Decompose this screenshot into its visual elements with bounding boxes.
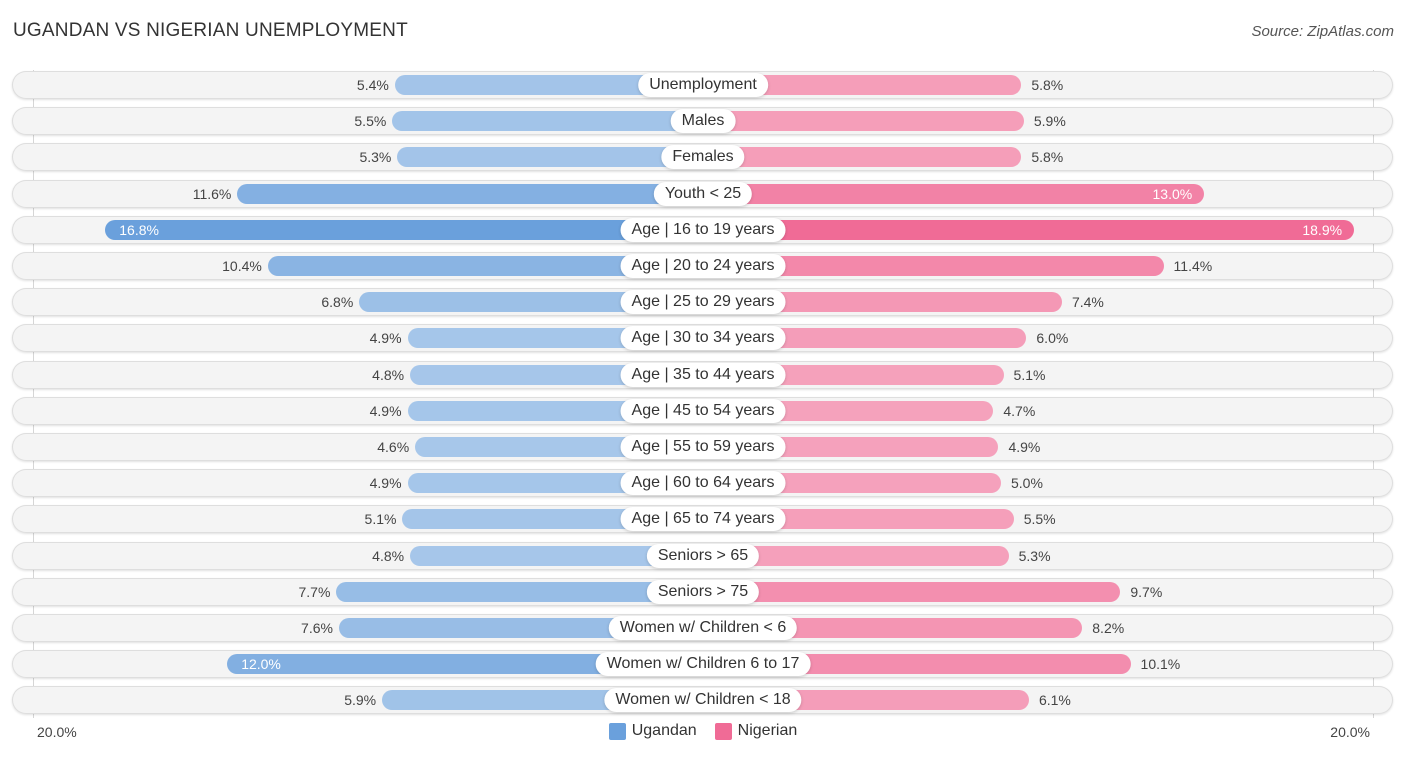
value-label-nigerian: 5.0% (1011, 475, 1043, 492)
bar-nigerian[interactable] (703, 111, 1024, 132)
legend: Ugandan Nigerian (0, 722, 1406, 740)
diverging-bar-chart: 5.4% 5.8% Unemployment 5.5% 5.9% Males 5.3% 5.8… (0, 0, 1406, 757)
legend-item-ugandan[interactable]: Ugandan (608, 722, 697, 740)
value-label-ugandan: 4.6% (377, 439, 410, 455)
value-label-nigerian: 5.8% (1031, 77, 1064, 93)
value-label-nigerian: 9.7% (1130, 583, 1163, 600)
value-label-ugandan: 5.5% (354, 113, 387, 130)
value-label-nigerian: 4.9% (1008, 439, 1041, 455)
value-label-ugandan: 4.8% (372, 547, 405, 564)
category-label: Males (670, 109, 736, 134)
value-label-ugandan: 7.6% (301, 620, 333, 636)
legend-swatch-ugandan (608, 722, 626, 740)
value-label-ugandan: 12.0% (241, 656, 281, 673)
value-label-ugandan: 4.9% (369, 402, 402, 419)
category-label: Age | 25 to 29 years (620, 290, 786, 315)
legend-item-nigerian[interactable]: Nigerian (714, 722, 798, 740)
category-label: Age | 60 to 64 years (620, 471, 786, 496)
legend-label-nigerian: Nigerian (737, 722, 798, 739)
value-label-nigerian: 8.2% (1092, 620, 1125, 636)
legend-swatch-nigerian (714, 722, 732, 740)
value-label-nigerian: 10.1% (1140, 656, 1181, 673)
category-label: Age | 45 to 54 years (620, 398, 786, 423)
value-label-ugandan: 4.8% (372, 366, 405, 383)
bar-ugandan[interactable] (105, 219, 703, 240)
category-label: Females (661, 145, 745, 170)
value-label-nigerian: 6.0% (1036, 330, 1069, 347)
value-label-nigerian: 11.4% (1173, 258, 1213, 274)
category-label: Women w/ Children 6 to 17 (595, 652, 811, 677)
value-label-nigerian: 13.0% (1152, 185, 1193, 202)
category-label: Age | 35 to 44 years (620, 362, 786, 387)
value-label-nigerian: 5.1% (1013, 366, 1046, 383)
category-label: Women w/ Children < 18 (604, 688, 802, 713)
value-label-ugandan: 5.3% (359, 149, 392, 166)
category-label: Seniors > 65 (646, 543, 760, 568)
value-label-nigerian: 5.9% (1033, 113, 1066, 130)
category-label: Age | 30 to 34 years (620, 326, 786, 351)
category-label: Age | 65 to 74 years (620, 507, 786, 532)
value-label-ugandan: 16.8% (119, 221, 159, 238)
value-label-ugandan: 7.7% (298, 583, 331, 600)
value-label-nigerian: 18.9% (1302, 221, 1343, 238)
value-label-nigerian: 6.1% (1038, 692, 1071, 709)
category-label: Unemployment (638, 73, 768, 97)
value-label-ugandan: 6.8% (321, 294, 354, 311)
value-label-ugandan: 11.6% (192, 185, 232, 202)
bar-ugandan[interactable] (397, 147, 703, 168)
bar-nigerian[interactable] (703, 147, 1022, 168)
category-label: Women w/ Children < 6 (608, 616, 798, 640)
category-label: Age | 16 to 19 years (620, 217, 786, 242)
value-label-ugandan: 4.9% (369, 330, 402, 347)
value-label-ugandan: 10.4% (222, 258, 262, 274)
category-label: Seniors > 75 (646, 579, 760, 604)
value-label-nigerian: 5.8% (1031, 149, 1064, 166)
value-label-nigerian: 5.3% (1018, 547, 1051, 564)
bar-nigerian[interactable] (703, 219, 1355, 240)
value-label-ugandan: 5.9% (344, 692, 377, 709)
bar-nigerian[interactable] (703, 183, 1205, 204)
category-label: Age | 55 to 59 years (620, 435, 786, 459)
value-label-ugandan: 4.9% (369, 475, 402, 492)
bar-nigerian[interactable] (703, 581, 1121, 602)
value-label-ugandan: 5.1% (364, 511, 397, 528)
value-label-nigerian: 4.7% (1003, 402, 1036, 419)
value-label-nigerian: 7.4% (1071, 294, 1104, 311)
category-label: Age | 20 to 24 years (620, 254, 786, 278)
category-label: Youth < 25 (653, 181, 753, 206)
legend-label-ugandan: Ugandan (631, 722, 697, 739)
bar-ugandan[interactable] (392, 111, 703, 132)
value-label-nigerian: 5.5% (1023, 511, 1056, 528)
bar-ugandan[interactable] (237, 183, 703, 204)
value-label-ugandan: 5.4% (356, 77, 389, 93)
